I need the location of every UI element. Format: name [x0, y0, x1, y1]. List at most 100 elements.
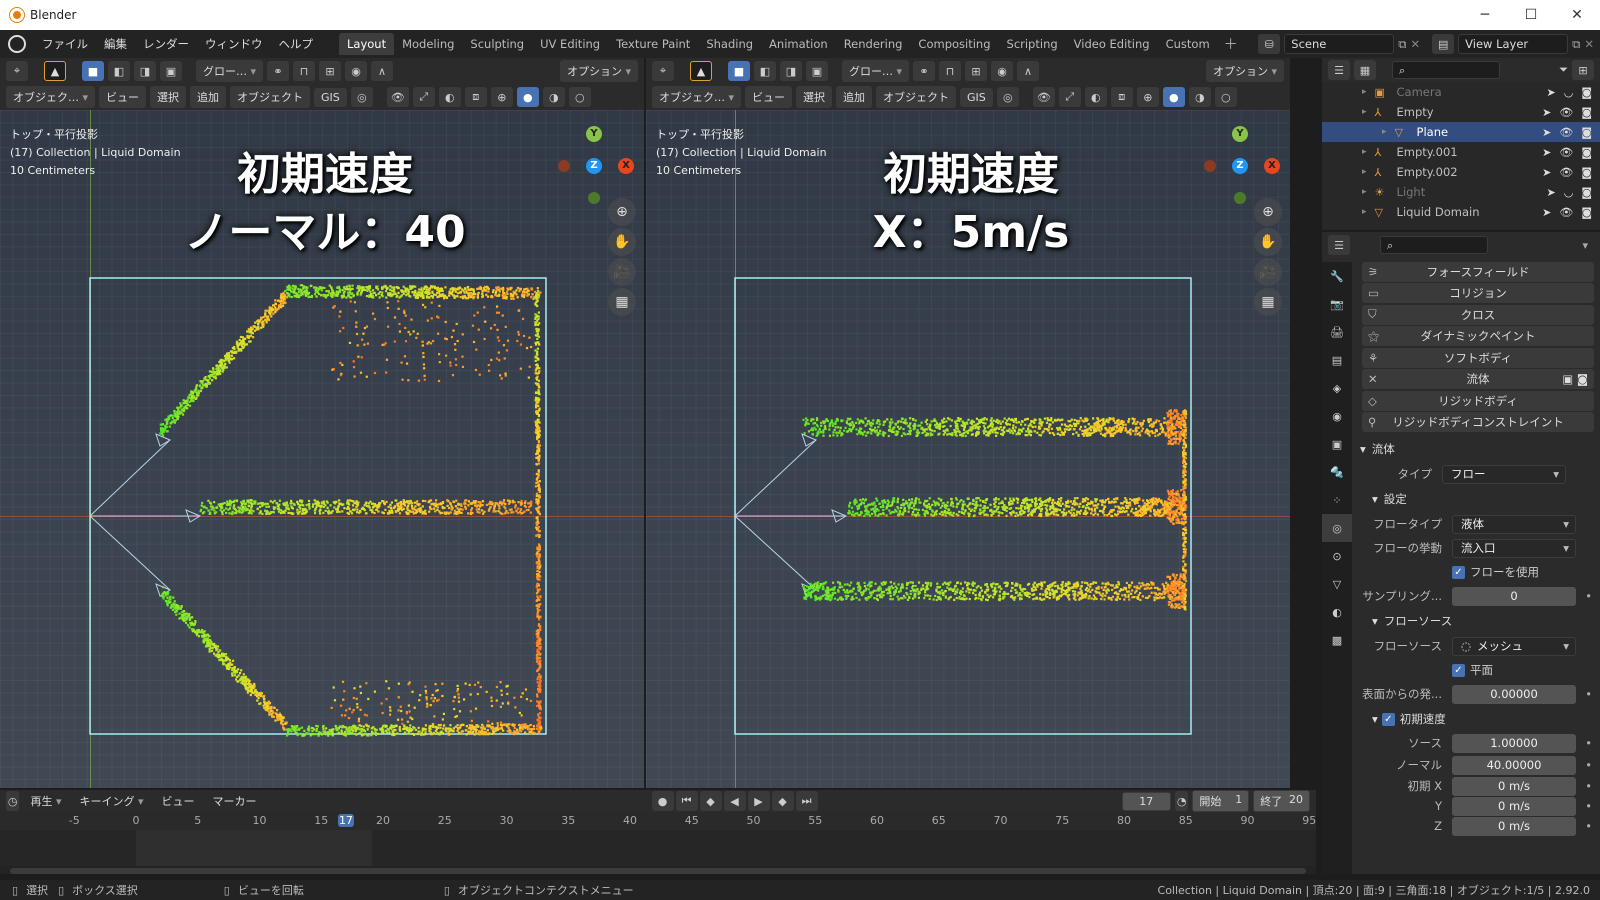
select-mode-extend-icon[interactable]: ◧ — [108, 61, 130, 81]
gizmo-neg-y-icon[interactable] — [588, 192, 600, 204]
wireframe-shading-icon[interactable]: ⊕ — [1136, 87, 1159, 107]
mode-dropdown[interactable]: オブジェク… — [6, 86, 96, 108]
workspace-tab-uv-editing[interactable]: UV Editing — [532, 33, 608, 55]
scene-field[interactable]: Scene — [1284, 34, 1395, 54]
solid-shading-icon[interactable]: ● — [516, 87, 539, 107]
workspace-tab-texture-paint[interactable]: Texture Paint — [608, 33, 698, 55]
pivot-icon[interactable]: ⚭ — [267, 61, 290, 81]
navigation-gizmo[interactable]: Y Z X — [558, 120, 640, 210]
workspace-tab-shading[interactable]: Shading — [698, 33, 761, 55]
new-scene-icon[interactable]: ⧉ — [1398, 37, 1406, 52]
workspace-tab-layout[interactable]: Layout — [339, 33, 395, 55]
gizmo-y-icon[interactable]: Y — [586, 126, 602, 142]
editor-type-icon[interactable]: ⌖ — [6, 61, 28, 81]
transform-orientation-dropdown[interactable]: グロー… — [842, 60, 910, 82]
gis-menu[interactable]: GIS — [960, 87, 993, 107]
wireframe-shading-icon[interactable]: ⊕ — [490, 87, 513, 107]
fluid-particle — [976, 426, 979, 429]
workspace-tab-modeling[interactable]: Modeling — [394, 33, 462, 55]
options-dropdown[interactable]: オプション — [1205, 60, 1284, 82]
select-mode-new-icon[interactable]: ■ — [82, 61, 104, 81]
workspace-tab-video-editing[interactable]: Video Editing — [1066, 33, 1158, 55]
object-menu[interactable]: オブジェクト — [230, 86, 311, 108]
menu-edit[interactable]: 編集 — [96, 36, 135, 52]
pivot-icon[interactable]: ⚭ — [913, 61, 936, 81]
transform-orientation-dropdown[interactable]: グロー… — [196, 60, 264, 82]
xray-icon[interactable]: ⧈ — [1110, 87, 1133, 107]
mode-dropdown[interactable]: オブジェク… — [652, 86, 742, 108]
proportional-edit-icon[interactable]: ◉ — [345, 61, 368, 81]
gizmo-toggle-icon[interactable]: ⤢ — [1058, 87, 1081, 107]
visibility-icon[interactable]: 👁 — [1032, 87, 1055, 107]
remove-scene-icon[interactable]: ✕ — [1411, 37, 1421, 51]
3d-viewport[interactable]: トップ・平行投影 (17) Collection | Liquid Domain… — [0, 110, 644, 788]
minimize-button[interactable]: ─ — [1462, 7, 1508, 23]
snap-target-icon[interactable]: ⊞ — [965, 61, 988, 81]
camera-view-icon[interactable]: 🎥 — [608, 258, 636, 286]
view-menu[interactable]: ビュー — [99, 86, 147, 108]
select-mode-new-icon[interactable]: ■ — [728, 61, 750, 81]
falloff-icon[interactable]: ∧ — [1017, 61, 1040, 81]
gizmo-neg-x-icon[interactable] — [558, 160, 570, 172]
falloff-icon[interactable]: ∧ — [371, 61, 394, 81]
gis-icon[interactable]: ◎ — [996, 87, 1019, 107]
snap-icon[interactable]: ⊓ — [939, 61, 962, 81]
maximize-button[interactable]: ☐ — [1508, 7, 1554, 23]
ortho-toggle-icon[interactable]: ▦ — [608, 288, 636, 316]
overlay-icon[interactable]: ◐ — [1084, 87, 1107, 107]
gis-icon[interactable]: ◎ — [350, 87, 373, 107]
workspace-tab-custom[interactable]: Custom — [1158, 33, 1218, 55]
snap-target-icon[interactable]: ⊞ — [319, 61, 342, 81]
select-mode-extend-icon[interactable]: ◧ — [754, 61, 776, 81]
snap-icon[interactable]: ⊓ — [293, 61, 316, 81]
remove-view-layer-icon[interactable]: ✕ — [1584, 37, 1594, 51]
editor-type-icon[interactable]: ⌖ — [652, 61, 674, 81]
zoom-icon[interactable]: ⊕ — [608, 198, 636, 226]
menu-window[interactable]: ウィンドウ — [197, 36, 271, 52]
new-view-layer-icon[interactable]: ⧉ — [1572, 37, 1580, 52]
view-layer-icon[interactable]: ▤ — [1432, 34, 1455, 54]
object-menu[interactable]: オブジェクト — [876, 86, 957, 108]
workspace-tab-scripting[interactable]: Scripting — [999, 33, 1066, 55]
view-layer-field[interactable]: View Layer — [1458, 34, 1569, 54]
add-workspace-icon[interactable]: ＋ — [1224, 34, 1238, 54]
solid-shading-icon[interactable]: ● — [1162, 87, 1185, 107]
menu-file[interactable]: ファイル — [34, 36, 96, 52]
rendered-shading-icon[interactable]: ○ — [568, 87, 591, 107]
gis-menu[interactable]: GIS — [314, 87, 347, 107]
workspace-tab-sculpting[interactable]: Sculpting — [462, 33, 532, 55]
fluid-particle — [878, 432, 881, 435]
pan-hand-icon[interactable]: ✋ — [608, 228, 636, 256]
select-tool-icon[interactable]: ▲ — [690, 61, 712, 81]
blender-menu-icon[interactable] — [8, 35, 26, 53]
select-mode-subtract-icon[interactable]: ◨ — [780, 61, 802, 81]
select-menu[interactable]: 選択 — [150, 86, 187, 108]
select-menu[interactable]: 選択 — [796, 86, 833, 108]
visibility-icon[interactable]: 👁 — [386, 87, 409, 107]
overlay-icon[interactable]: ◐ — [438, 87, 461, 107]
select-tool-icon[interactable]: ▲ — [44, 61, 66, 81]
select-mode-subtract-icon[interactable]: ◨ — [134, 61, 156, 81]
gizmo-x-icon[interactable]: X — [618, 158, 634, 174]
xray-icon[interactable]: ⧈ — [464, 87, 487, 107]
gizmo-z-icon[interactable]: Z — [586, 158, 602, 174]
menu-help[interactable]: ヘルプ — [271, 36, 322, 52]
3d-viewport[interactable]: トップ・平行投影 (17) Collection | Liquid Domain… — [646, 110, 1290, 788]
gizmo-toggle-icon[interactable]: ⤢ — [412, 87, 435, 107]
proportional-edit-icon[interactable]: ◉ — [991, 61, 1014, 81]
close-button[interactable]: ✕ — [1554, 7, 1600, 23]
workspace-tab-compositing[interactable]: Compositing — [910, 33, 998, 55]
workspace-tab-animation[interactable]: Animation — [761, 33, 836, 55]
select-mode-invert-icon[interactable]: ▣ — [806, 61, 828, 81]
rendered-shading-icon[interactable]: ○ — [1214, 87, 1237, 107]
material-shading-icon[interactable]: ◑ — [542, 87, 565, 107]
view-menu[interactable]: ビュー — [745, 86, 793, 108]
select-mode-invert-icon[interactable]: ▣ — [160, 61, 182, 81]
scene-icon[interactable]: ⛁ — [1258, 34, 1281, 54]
material-shading-icon[interactable]: ◑ — [1188, 87, 1211, 107]
workspace-tab-rendering[interactable]: Rendering — [836, 33, 911, 55]
add-menu[interactable]: 追加 — [190, 86, 227, 108]
options-dropdown[interactable]: オプション — [559, 60, 638, 82]
menu-render[interactable]: レンダー — [135, 36, 197, 52]
add-menu[interactable]: 追加 — [836, 86, 873, 108]
